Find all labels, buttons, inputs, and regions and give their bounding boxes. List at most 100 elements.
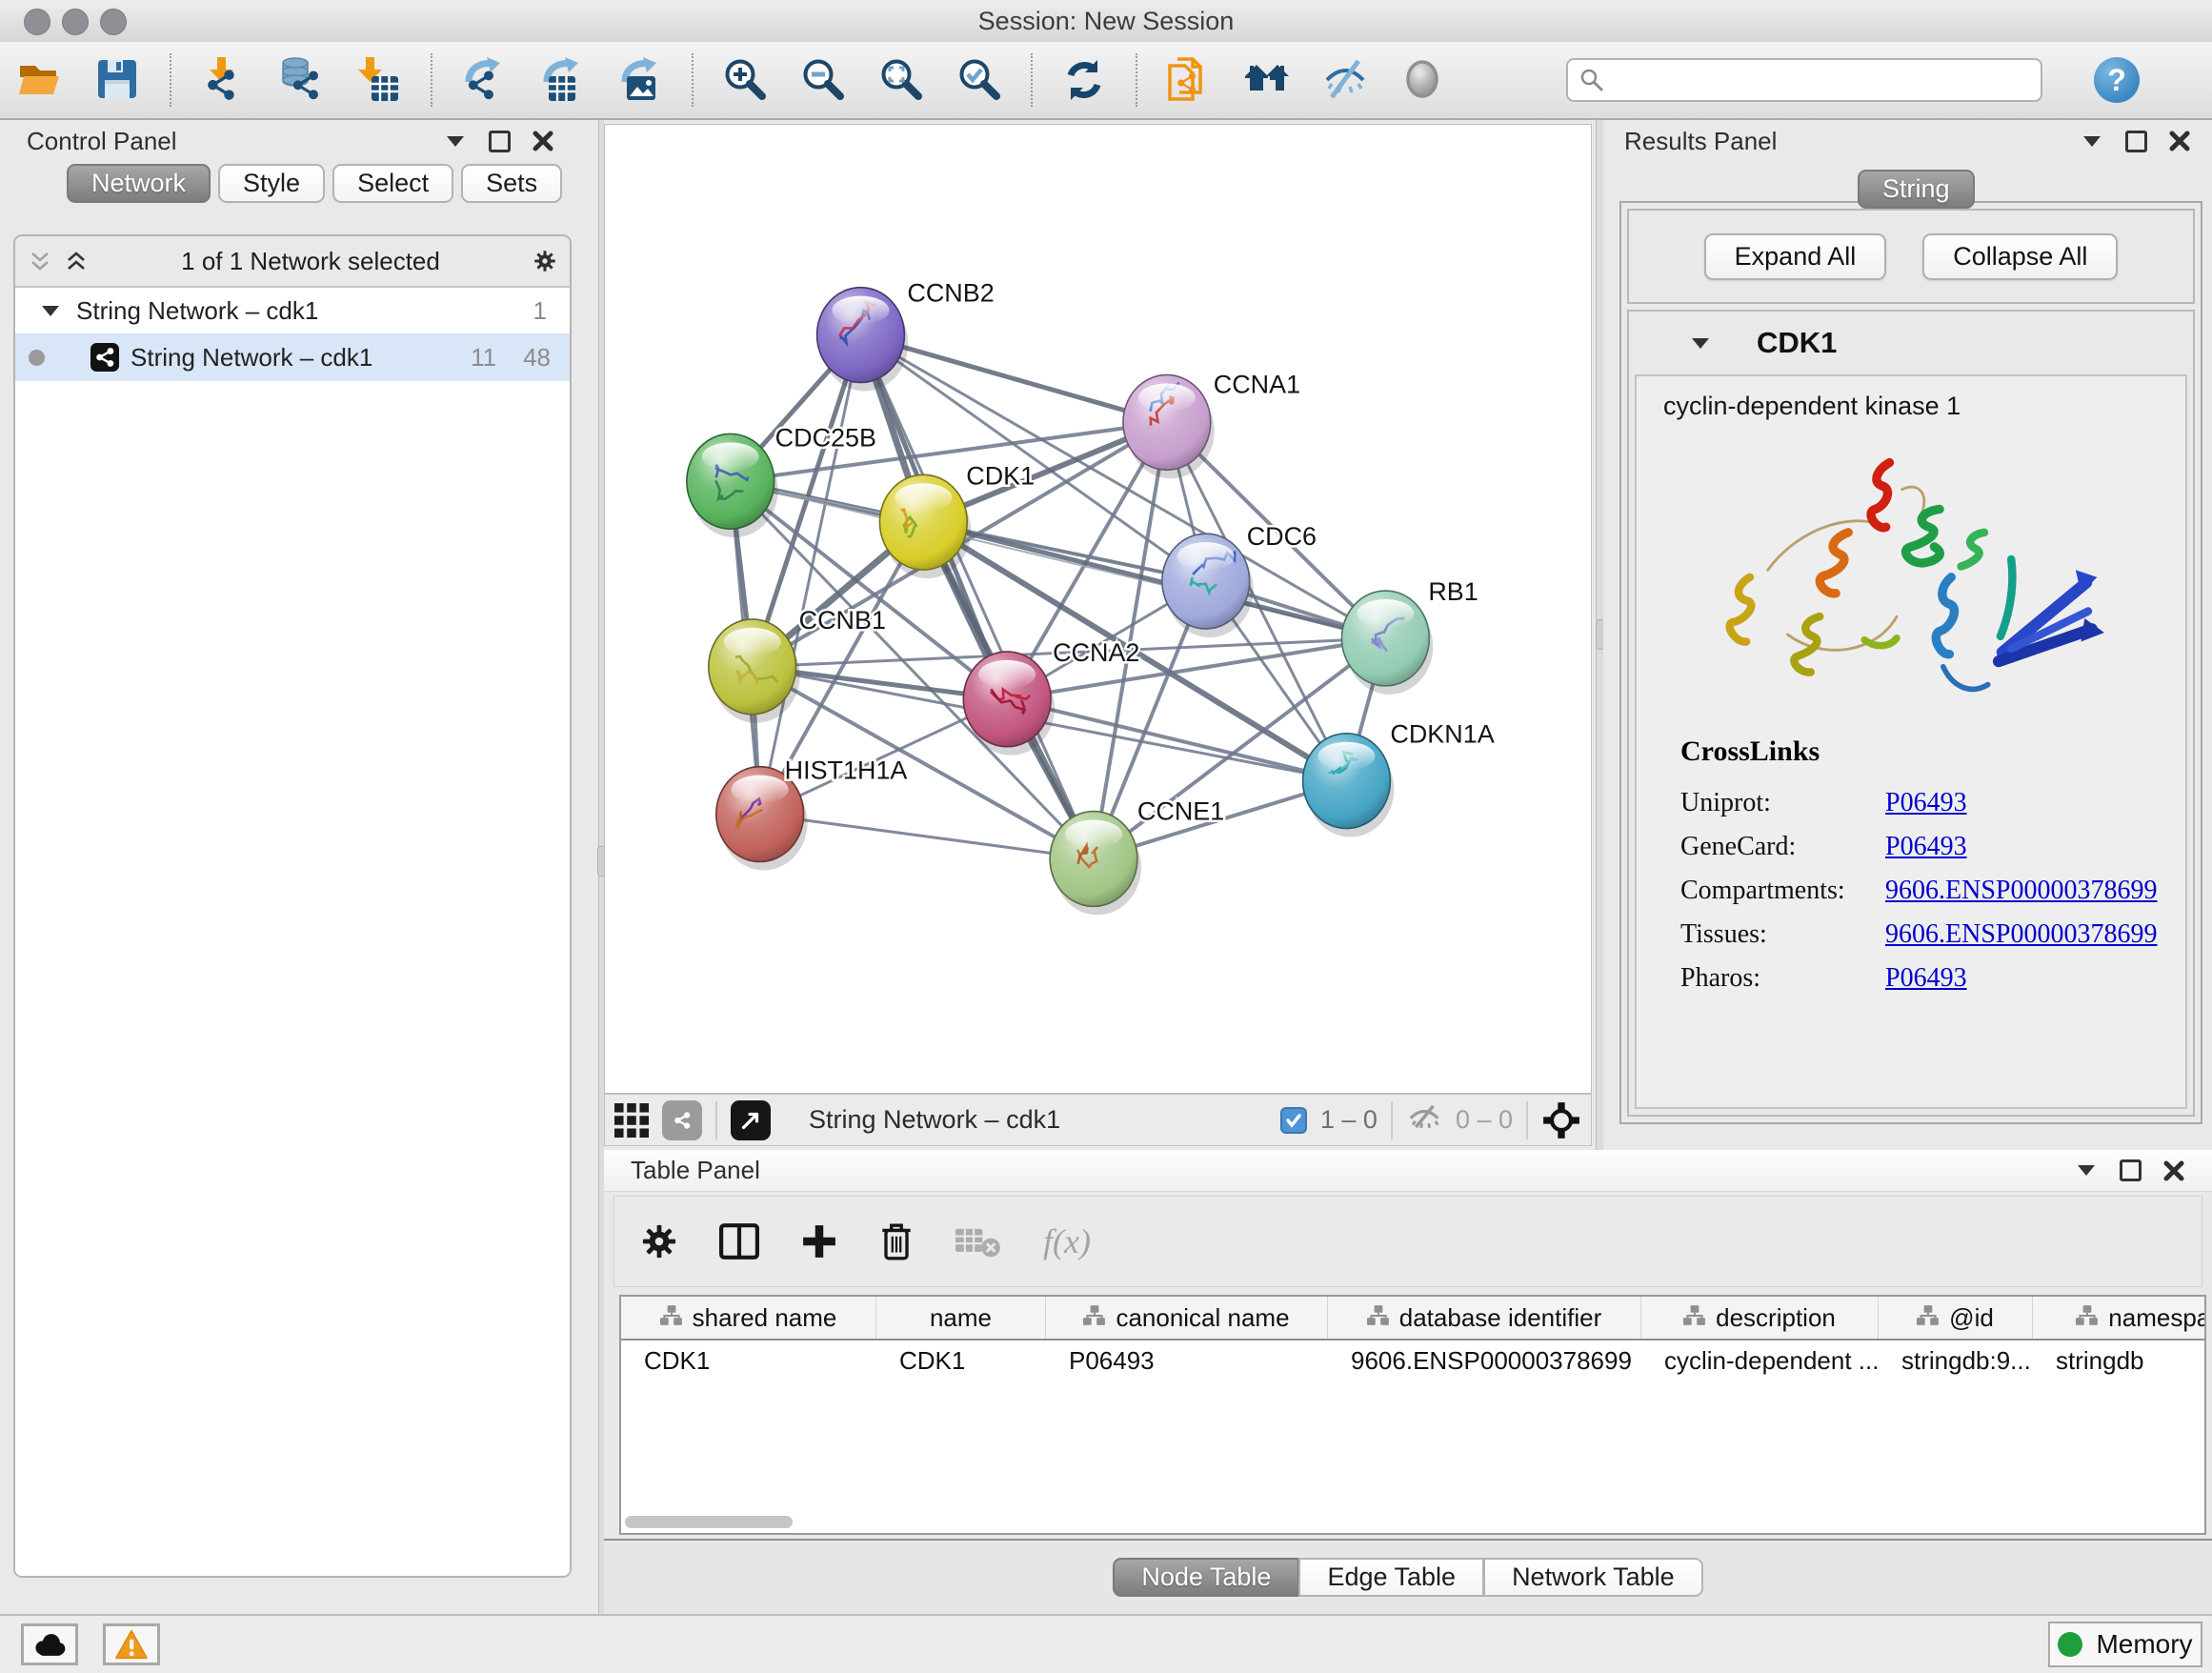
- delete-column-icon[interactable]: [879, 1221, 914, 1261]
- crosslink-link[interactable]: 9606.ENSP00000378699: [1885, 876, 2157, 906]
- import-network-database-icon[interactable]: [274, 53, 328, 107]
- undock-panel-icon[interactable]: [488, 130, 511, 152]
- tab-edge-table[interactable]: Edge Table: [1298, 1558, 1483, 1597]
- node-CDKN1A[interactable]: [1303, 734, 1395, 837]
- memory-status-dot-icon: [2058, 1632, 2082, 1657]
- table-cell[interactable]: stringdb:9...: [1879, 1340, 2033, 1381]
- undock-table-icon[interactable]: [2119, 1159, 2142, 1182]
- help-icon[interactable]: ?: [2094, 57, 2140, 103]
- zoom-fit-icon[interactable]: [875, 53, 928, 107]
- expand-all-button[interactable]: Expand All: [1704, 233, 1887, 280]
- search-field[interactable]: [1566, 58, 2042, 102]
- network-share-view-icon[interactable]: [662, 1100, 702, 1140]
- tab-sets[interactable]: Sets: [461, 164, 562, 203]
- export-image-icon[interactable]: [613, 53, 667, 107]
- table-cell[interactable]: 9606.ENSP00000378699: [1328, 1340, 1641, 1381]
- tab-string[interactable]: String: [1858, 170, 1975, 209]
- hidden-items-eye-icon[interactable]: [1406, 1101, 1442, 1139]
- tab-network-table[interactable]: Network Table: [1483, 1558, 1703, 1597]
- column-header-database-identifier[interactable]: database identifier: [1328, 1297, 1641, 1339]
- cloud-status-button[interactable]: [21, 1623, 78, 1665]
- expand-all-networks-icon[interactable]: [65, 250, 88, 272]
- search-input[interactable]: [1612, 61, 2029, 99]
- export-table-icon[interactable]: [535, 53, 589, 107]
- zoom-out-icon[interactable]: [796, 53, 850, 107]
- close-panel-icon[interactable]: [532, 130, 554, 152]
- column-header--id[interactable]: @id: [1879, 1297, 2033, 1339]
- hide-eye-icon[interactable]: [1318, 53, 1372, 107]
- export-network-icon[interactable]: [457, 53, 511, 107]
- protein-collapse-icon[interactable]: [1692, 338, 1709, 349]
- grid-view-icon[interactable]: [614, 1103, 649, 1138]
- node-CCNA1[interactable]: [1123, 374, 1215, 478]
- import-network-file-icon[interactable]: [196, 53, 250, 107]
- create-column-icon[interactable]: [801, 1223, 837, 1260]
- import-table-file-icon[interactable]: [352, 53, 406, 107]
- tab-select[interactable]: Select: [332, 164, 453, 203]
- share-document-icon[interactable]: [1162, 53, 1216, 107]
- crosslink-link[interactable]: P06493: [1885, 963, 1967, 994]
- zoom-in-icon[interactable]: [718, 53, 772, 107]
- undock-results-icon[interactable]: [2124, 130, 2147, 152]
- tab-node-table[interactable]: Node Table: [1113, 1558, 1298, 1597]
- node-RB1[interactable]: [1341, 591, 1433, 695]
- gray-eye-icon[interactable]: [1397, 53, 1450, 107]
- protein-description: cyclin-dependent kinase 1: [1637, 376, 2185, 427]
- node-CDC6[interactable]: [1162, 534, 1254, 637]
- crosslink-label: Compartments:: [1680, 876, 1885, 906]
- float-table-icon[interactable]: [2075, 1159, 2098, 1182]
- edge-CCNB2-HIST1H1A[interactable]: [760, 335, 861, 815]
- table-horizontal-scrollbar[interactable]: [625, 1516, 793, 1528]
- split-panel-icon[interactable]: [719, 1223, 759, 1260]
- tab-network[interactable]: Network: [67, 164, 211, 203]
- node-CDC25B[interactable]: [687, 433, 778, 537]
- crosslink-link[interactable]: P06493: [1885, 788, 1967, 818]
- open-session-icon[interactable]: [13, 53, 67, 107]
- column-header-description[interactable]: description: [1641, 1297, 1879, 1339]
- shared-column-icon: [1083, 1303, 1106, 1333]
- column-header-name[interactable]: name: [876, 1297, 1046, 1339]
- column-header-shared-name[interactable]: shared name: [621, 1297, 876, 1339]
- float-panel-icon[interactable]: [444, 130, 467, 152]
- table-cell[interactable]: stringdb: [2033, 1340, 2206, 1381]
- node-label-CDC25B: CDC25B: [775, 423, 876, 452]
- open-in-new-window-icon[interactable]: [731, 1100, 771, 1140]
- tab-style[interactable]: Style: [218, 164, 325, 203]
- table-settings-icon[interactable]: [641, 1223, 677, 1260]
- zoom-selected-icon[interactable]: [953, 53, 1006, 107]
- warnings-button[interactable]: [103, 1623, 160, 1665]
- table-row[interactable]: CDK1CDK1P064939606.ENSP00000378699cyclin…: [621, 1340, 2204, 1381]
- collapse-all-networks-icon[interactable]: [29, 250, 51, 272]
- float-results-icon[interactable]: [2081, 130, 2103, 152]
- node-CDK1[interactable]: [879, 474, 971, 578]
- table-cell[interactable]: CDK1: [876, 1340, 1046, 1381]
- column-header-namespace[interactable]: namespace: [2033, 1297, 2206, 1339]
- table-cell[interactable]: P06493: [1046, 1340, 1328, 1381]
- refresh-view-icon[interactable]: [1057, 53, 1111, 107]
- network-options-gear-icon[interactable]: [533, 250, 556, 272]
- network-collection-row[interactable]: String Network – cdk1 1: [15, 288, 570, 333]
- node-label-CCNE1: CCNE1: [1137, 797, 1224, 826]
- table-cell[interactable]: cyclin-dependent ...: [1641, 1340, 1879, 1381]
- save-session-icon[interactable]: [91, 53, 145, 107]
- close-results-icon[interactable]: [2168, 130, 2191, 152]
- crosslink-link[interactable]: P06493: [1885, 832, 1967, 862]
- birds-eye-view-icon[interactable]: [1541, 1100, 1581, 1140]
- node-CCNB2[interactable]: [817, 288, 909, 392]
- memory-button[interactable]: Memory: [2048, 1622, 2202, 1667]
- crosslink-row: Tissues: 9606.ENSP00000378699: [1680, 913, 2185, 957]
- node-CCNE1[interactable]: [1050, 812, 1141, 916]
- network-canvas[interactable]: CCNB2CCNA1CDC25BCDK1CDC6RB1CCNB1CCNA2CDK…: [604, 124, 1592, 1094]
- crosslink-link[interactable]: 9606.ENSP00000378699: [1885, 919, 2157, 950]
- column-header-canonical-name[interactable]: canonical name: [1046, 1297, 1328, 1339]
- edge-HIST1H1A-CCNE1[interactable]: [760, 815, 1094, 859]
- collection-expand-icon[interactable]: [42, 306, 59, 316]
- selected-items-checkbox-icon[interactable]: [1280, 1107, 1307, 1134]
- close-table-icon[interactable]: [2162, 1159, 2185, 1182]
- table-cell[interactable]: CDK1: [621, 1340, 876, 1381]
- collapse-all-button[interactable]: Collapse All: [1922, 233, 2118, 280]
- network-row[interactable]: String Network – cdk1 11 48: [15, 333, 570, 381]
- cloud-icon: [30, 1631, 69, 1658]
- edge-CCNA2-CDKN1A[interactable]: [1007, 699, 1346, 781]
- string-home-icon[interactable]: [1240, 53, 1294, 107]
